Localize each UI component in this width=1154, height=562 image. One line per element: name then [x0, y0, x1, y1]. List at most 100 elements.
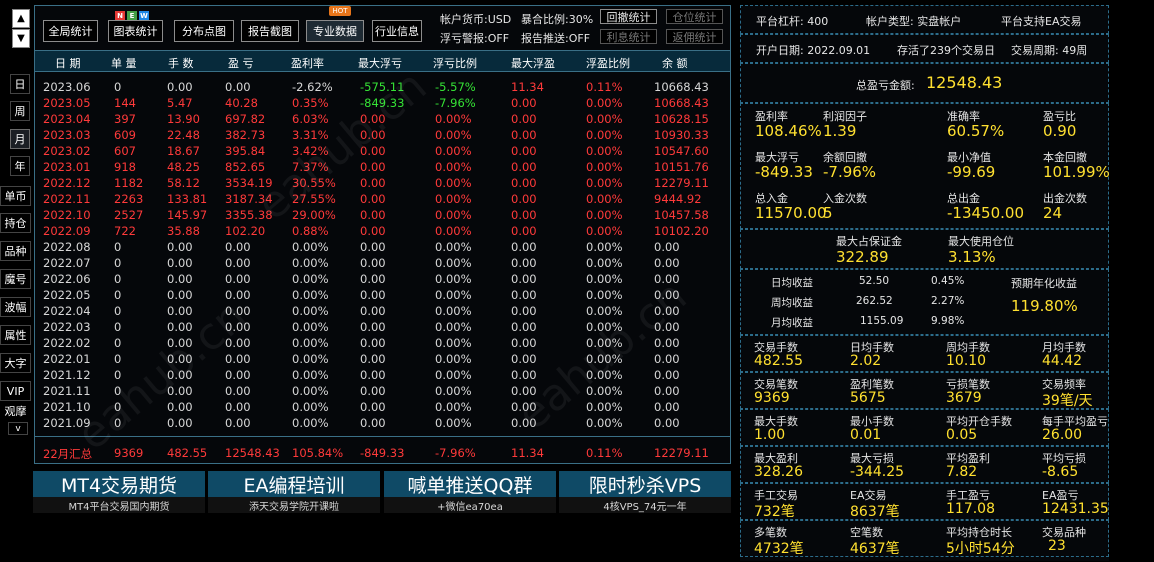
position-stats-button[interactable]: 仓位统计: [666, 9, 723, 24]
table-row[interactable]: 2022.07 0 0.00 0.00 0.00% 0.00 0.00% 0.00 0.00% 0…: [35, 256, 730, 272]
cell-float-profit-pct: 0.00%: [586, 352, 623, 366]
more-chevron-icon[interactable]: v: [8, 422, 28, 435]
float-loss-alert[interactable]: 浮亏警报:OFF: [440, 30, 509, 46]
cell-max-float-profit: 0.00: [511, 144, 537, 158]
promo-ea-training[interactable]: EA编程培训 添天交易学院开课啦: [208, 471, 380, 515]
cell-profit-rate: 0.00%: [292, 416, 329, 430]
tool-volatility-button[interactable]: 波幅: [0, 297, 31, 317]
table-row[interactable]: 2022.04 0 0.00 0.00 0.00% 0.00 0.00% 0.00 0.00% 0…: [35, 304, 730, 320]
account-summary-panel: 平台杠杆: 400 帐户类型: 实盘帐户 平台支持EA交易 开户日期: 2022…: [740, 5, 1110, 561]
tool-attribute-button[interactable]: 属性: [0, 325, 31, 345]
industry-info-button[interactable]: 行业信息: [372, 20, 422, 42]
stat-value: 482.55: [754, 353, 803, 369]
cell-float-loss-pct: 0.00%: [435, 400, 472, 414]
trade-cycle: 交易周期: 49周: [1011, 44, 1088, 57]
table-row[interactable]: 2023.02 607 18.67 395.84 3.42% 0.00 0.00% 0.00 0…: [35, 144, 730, 160]
tool-magic-button[interactable]: 魔号: [0, 269, 31, 289]
summary-balance: 12279.11: [654, 446, 709, 460]
scroll-up-button[interactable]: ▲: [12, 9, 30, 28]
cell-orders: 0: [114, 336, 122, 350]
scroll-down-button[interactable]: ▼: [12, 29, 30, 48]
cell-float-loss-pct: 0.00%: [435, 352, 472, 366]
table-row[interactable]: 2021.11 0 0.00 0.00 0.00% 0.00 0.00% 0.00 0.00% 0…: [35, 384, 730, 400]
cell-pl: 395.84: [225, 144, 266, 158]
tool-observe-button[interactable]: 观摩: [0, 401, 31, 421]
cell-lots: 133.81: [167, 192, 208, 206]
promo-qq-group[interactable]: 喊单推送QQ群 +微信ea70ea: [384, 471, 556, 515]
cell-balance: 10457.58: [654, 208, 709, 222]
summary-label: 22月汇总: [43, 447, 93, 461]
stat-value: 2.02: [850, 353, 882, 369]
total-pl-box: 总盈亏金额: 12548.43: [740, 63, 1109, 103]
table-row[interactable]: 2022.11 2263 133.81 3187.34 27.55% 0.00 0.00% 0…: [35, 192, 730, 208]
table-row[interactable]: 2021.10 0 0.00 0.00 0.00% 0.00 0.00% 0.00 0.00% 0…: [35, 400, 730, 416]
cell-float-profit-pct: 0.00%: [586, 320, 623, 334]
promo-vps-sale[interactable]: 限时秒杀VPS 4核VPS_74元一年: [559, 471, 731, 515]
cell-max-float-profit: 0.00: [511, 336, 537, 350]
table-row[interactable]: 2023.01 918 48.25 852.65 7.37% 0.00 0.00% 0.00 0…: [35, 160, 730, 176]
stat-value: -7.96%: [823, 163, 877, 181]
table-row[interactable]: 2021.12 0 0.00 0.00 0.00% 0.00 0.00% 0.00 0.00% 0…: [35, 368, 730, 384]
chart-stats-button[interactable]: 图表统计: [108, 20, 163, 42]
interest-stats-button[interactable]: 利息统计: [600, 29, 657, 44]
cell-float-loss-pct: 0.00%: [435, 240, 472, 254]
cell-balance: 0.00: [654, 352, 680, 366]
cell-date: 2021.12: [43, 368, 91, 382]
table-row[interactable]: 2021.09 0 0.00 0.00 0.00% 0.00 0.00% 0.00 0.00% 0…: [35, 416, 730, 432]
cell-date: 2022.02: [43, 336, 91, 350]
col-balance: 余 额: [662, 57, 688, 70]
table-row[interactable]: 2022.09 722 35.88 102.20 0.88% 0.00 0.00% 0.00 0…: [35, 224, 730, 240]
rebate-stats-button[interactable]: 返佣统计: [666, 29, 723, 44]
stat-value: 732笔: [754, 504, 795, 520]
tool-vip-button[interactable]: VIP: [0, 381, 31, 401]
table-row[interactable]: 2022.02 0 0.00 0.00 0.00% 0.00 0.00% 0.00 0.00% 0…: [35, 336, 730, 352]
tool-position-button[interactable]: 持仓: [0, 213, 31, 233]
report-screenshot-button[interactable]: 报告截图: [241, 20, 299, 42]
global-stats-button[interactable]: 全局统计: [43, 20, 98, 42]
cell-max-float-loss: 0.00: [360, 112, 386, 126]
promo-mt4-futures[interactable]: MT4交易期货 MT4平台交易国内期货: [33, 471, 205, 515]
cell-float-loss-pct: 0.00%: [435, 144, 472, 158]
cell-balance: 0.00: [654, 240, 680, 254]
table-row[interactable]: 2022.12 1182 58.12 3534.19 30.55% 0.00 0.00% 0.…: [35, 176, 730, 192]
table-row[interactable]: 2022.03 0 0.00 0.00 0.00% 0.00 0.00% 0.00 0.00% 0…: [35, 320, 730, 336]
table-row[interactable]: 2022.01 0 0.00 0.00 0.00% 0.00 0.00% 0.00 0.00% 0…: [35, 352, 730, 368]
period-week-button[interactable]: 周: [10, 101, 30, 121]
report-push[interactable]: 报告推送:OFF: [521, 30, 590, 46]
table-row[interactable]: 2023.06 0 0.00 0.00 -2.62% -575.11 -5.57% 11.34…: [35, 80, 730, 96]
cell-orders: 0: [114, 256, 122, 270]
drawdown-stats-button[interactable]: 回撤统计: [600, 9, 657, 24]
cell-lots: 58.12: [167, 176, 200, 190]
tool-single-currency-button[interactable]: 单币: [0, 186, 31, 206]
table-row[interactable]: 2022.08 0 0.00 0.00 0.00% 0.00 0.00% 0.00 0.00% 0…: [35, 240, 730, 256]
max-margin-value: 322.89: [836, 248, 889, 266]
table-row[interactable]: 2023.03 609 22.48 382.73 3.31% 0.00 0.00% 0.00 0…: [35, 128, 730, 144]
margin-box: 最大占保证金 322.89 最大使用仓位 3.13%: [740, 229, 1109, 269]
cell-float-loss-pct: -7.96%: [435, 96, 476, 110]
cell-max-float-profit: 0.00: [511, 128, 537, 142]
stat-value: 3679: [946, 390, 982, 406]
period-month-button[interactable]: 月: [10, 129, 30, 149]
table-row[interactable]: 2023.04 397 13.90 697.82 6.03% 0.00 0.00% 0.00 0…: [35, 112, 730, 128]
distribution-chart-button[interactable]: 分布点图: [174, 20, 234, 42]
cell-max-float-loss: 0.00: [360, 304, 386, 318]
cell-orders: 0: [114, 288, 122, 302]
stat-value: 26.00: [1042, 427, 1083, 443]
pro-data-button[interactable]: 专业数据: [306, 20, 364, 42]
table-row[interactable]: 2022.05 0 0.00 0.00 0.00% 0.00 0.00% 0.00 0.00% 0…: [35, 288, 730, 304]
cell-balance: 0.00: [654, 272, 680, 286]
table-row[interactable]: 2022.10 2527 145.97 3355.38 29.00% 0.00 0.00% 0…: [35, 208, 730, 224]
period-day-button[interactable]: 日: [10, 74, 30, 94]
table-row[interactable]: 2022.06 0 0.00 0.00 0.00% 0.00 0.00% 0.00 0.00% 0…: [35, 272, 730, 288]
max-position-value: 3.13%: [948, 248, 996, 266]
stat-value: 12431.35: [1042, 501, 1109, 517]
promo-subtitle: +微信ea70ea: [384, 497, 556, 513]
stat-value: 4732笔: [754, 541, 804, 557]
cell-balance: 10668.43: [654, 80, 709, 94]
period-year-button[interactable]: 年: [10, 156, 30, 176]
cell-date: 2022.04: [43, 304, 91, 318]
table-row[interactable]: 2023.05 144 5.47 40.28 0.35% -849.33 -7.96% 0.0…: [35, 96, 730, 112]
tool-symbol-button[interactable]: 品种: [0, 241, 31, 261]
tool-bigfont-button[interactable]: 大字: [0, 353, 31, 373]
cell-max-float-loss: -849.33: [360, 96, 405, 110]
